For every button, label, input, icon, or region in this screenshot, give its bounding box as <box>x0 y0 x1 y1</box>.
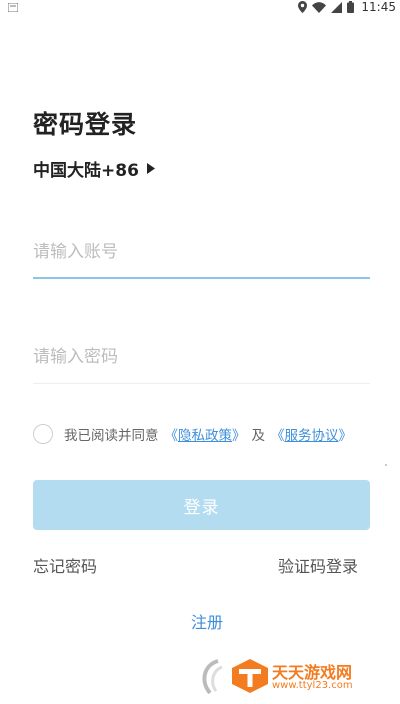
location-icon <box>298 1 308 13</box>
privacy-bracket-open: 《 <box>164 428 179 444</box>
status-icons: 11:45 <box>298 0 396 14</box>
agreement-prefix: 我已阅读并同意 <box>64 428 159 444</box>
triangle-right-icon <box>146 163 155 174</box>
watermark-logo-icon <box>232 659 268 693</box>
battery-icon <box>347 1 355 13</box>
register-link[interactable]: 注册 <box>0 609 400 633</box>
account-field <box>33 232 370 272</box>
password-input[interactable] <box>33 337 370 377</box>
watermark: 天天游戏网 www.ttyl23.com <box>198 655 398 699</box>
wifi-icon <box>312 1 327 13</box>
service-bracket-close: 》 <box>338 428 353 444</box>
code-login-link[interactable]: 验证码登录 <box>278 553 358 577</box>
page-title: 密码登录 <box>33 110 138 139</box>
password-underline <box>33 383 370 384</box>
notification-icon <box>8 3 18 12</box>
divider-dot <box>385 464 387 466</box>
region-selector[interactable]: 中国大陆+86 <box>33 156 155 181</box>
agreement-checkbox[interactable] <box>33 424 53 444</box>
login-button[interactable]: 登录 <box>33 480 370 530</box>
agreement-and: 及 <box>251 428 266 444</box>
service-bracket-open: 《 <box>271 428 285 444</box>
watermark-swirl-icon <box>202 659 223 695</box>
privacy-policy-link[interactable]: 《隐私政策》 <box>165 424 246 444</box>
forgot-password-link[interactable]: 忘记密码 <box>33 553 97 577</box>
account-input[interactable] <box>33 232 370 272</box>
status-time: 11:45 <box>361 0 396 14</box>
status-bar: 11:45 <box>0 0 400 20</box>
signal-icon <box>331 1 343 13</box>
password-field <box>33 337 370 377</box>
privacy-link-text: 隐私政策 <box>178 428 232 444</box>
agreement-row: 我已阅读并同意 《隐私政策》 及 《服务协议》 <box>33 424 352 444</box>
region-label: 中国大陆+86 <box>33 161 139 181</box>
service-link-text: 服务协议 <box>284 428 339 444</box>
account-underline <box>33 277 370 279</box>
privacy-bracket-close: 》 <box>232 428 246 444</box>
watermark-url: www.ttyl23.com <box>272 680 353 691</box>
service-agreement-link[interactable]: 《服务协议》 <box>271 424 352 444</box>
